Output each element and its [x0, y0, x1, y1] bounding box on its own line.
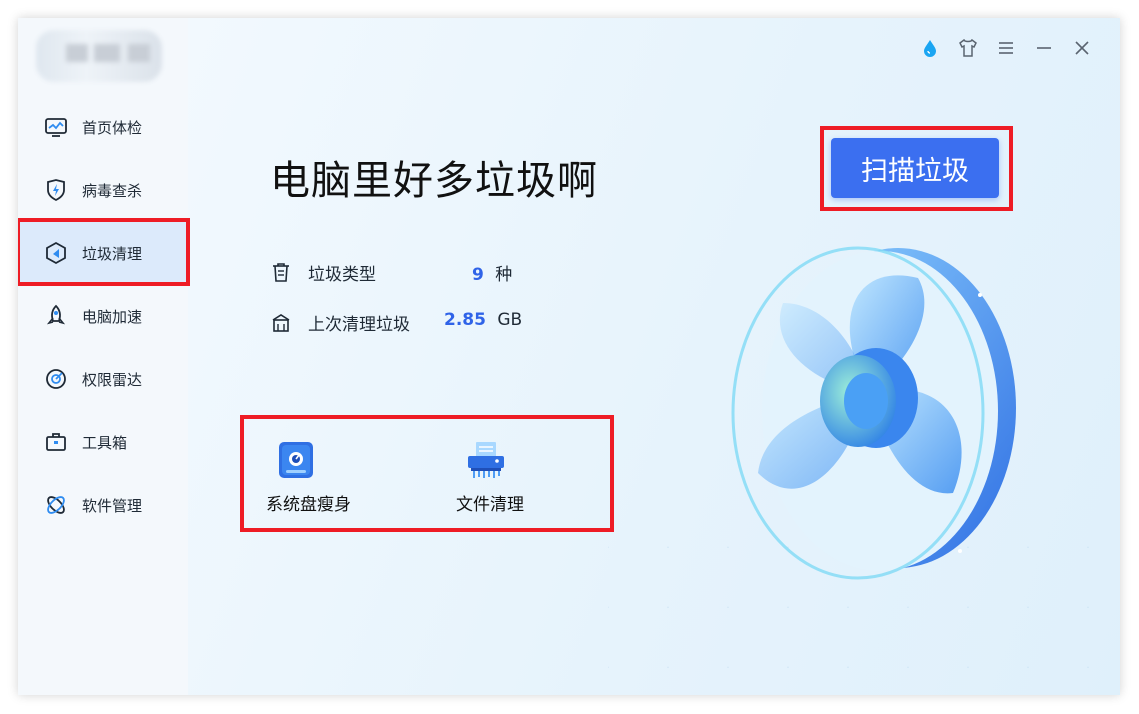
page-title: 电脑里好多垃圾啊 — [270, 158, 598, 204]
sidebar-item-label: 权限雷达 — [82, 371, 143, 389]
sidebar-item-virus-scan[interactable]: 病毒查杀 — [18, 159, 188, 221]
sidebar-item-label: 电脑加速 — [82, 308, 143, 326]
sidebar-item-label: 首页体检 — [82, 119, 143, 137]
tool-system-disk-slim[interactable]: 系统盘瘦身 — [260, 428, 420, 524]
monitor-icon — [45, 118, 67, 137]
fan-illustration — [731, 246, 1016, 580]
sidebar-item-speedup[interactable]: 电脑加速 — [18, 285, 188, 347]
stat-value-wrap: 2.85 GB — [444, 310, 522, 330]
sidebar-item-toolbox[interactable]: 工具箱 — [18, 411, 188, 473]
close-icon[interactable] — [1070, 38, 1094, 58]
sidebar: 首页体检 病毒查杀 垃圾清理 电脑加速 权限雷达 工具箱 软件管理 — [18, 18, 188, 695]
rocket-icon — [46, 304, 66, 325]
sidebar-item-software-manager[interactable]: 软件管理 — [18, 474, 188, 536]
stat-junk-types: 垃圾类型 9 种 — [270, 260, 530, 285]
sidebar-item-label: 软件管理 — [82, 497, 143, 515]
stat-value-wrap: 9 种 — [472, 260, 512, 285]
app-window: 首页体检 病毒查杀 垃圾清理 电脑加速 权限雷达 工具箱 软件管理 电脑里好多垃… — [18, 18, 1120, 695]
tool-file-cleanup[interactable]: 文件清理 — [450, 428, 610, 524]
stat-last-cleaned: 上次清理垃圾 2.85 GB — [270, 310, 550, 335]
broom-cart-icon — [272, 314, 290, 332]
shield-bolt-icon — [47, 179, 65, 202]
minimize-icon[interactable] — [1032, 38, 1056, 58]
app-logo — [36, 30, 162, 82]
sidebar-item-label: 工具箱 — [82, 434, 128, 452]
sidebar-item-home-checkup[interactable]: 首页体检 — [18, 96, 188, 158]
stat-value: 9 — [472, 265, 484, 285]
broom-icon — [46, 241, 66, 265]
apps-icon — [47, 496, 65, 514]
sidebar-item-label: 垃圾清理 — [82, 245, 143, 263]
scan-junk-button[interactable]: 扫描垃圾 — [831, 138, 999, 198]
shirt-icon[interactable] — [956, 38, 980, 58]
toolbox-icon — [46, 433, 66, 451]
tool-label: 文件清理 — [456, 495, 524, 515]
trash-icon — [273, 263, 289, 282]
shredder-icon — [468, 442, 504, 478]
tool-label: 系统盘瘦身 — [266, 495, 351, 515]
stat-label: 垃圾类型 — [308, 265, 376, 285]
stat-unit: GB — [497, 310, 523, 330]
stat-value: 2.85 — [444, 310, 486, 330]
titlebar-controls — [918, 38, 1094, 58]
main-panel: 电脑里好多垃圾啊 扫描垃圾 垃圾类型 9 种 上次清理垃圾 2.85 GB 系统… — [188, 18, 1120, 695]
stat-unit: 种 — [495, 265, 513, 285]
sidebar-item-label: 病毒查杀 — [82, 182, 143, 200]
disk-icon — [279, 442, 313, 478]
sidebar-item-permission-radar[interactable]: 权限雷达 — [18, 348, 188, 410]
radar-icon — [46, 369, 66, 389]
menu-icon[interactable] — [994, 38, 1018, 58]
drop-icon[interactable] — [918, 38, 942, 58]
sidebar-item-junk-clean[interactable]: 垃圾清理 — [18, 222, 188, 284]
stat-label: 上次清理垃圾 — [308, 315, 410, 335]
